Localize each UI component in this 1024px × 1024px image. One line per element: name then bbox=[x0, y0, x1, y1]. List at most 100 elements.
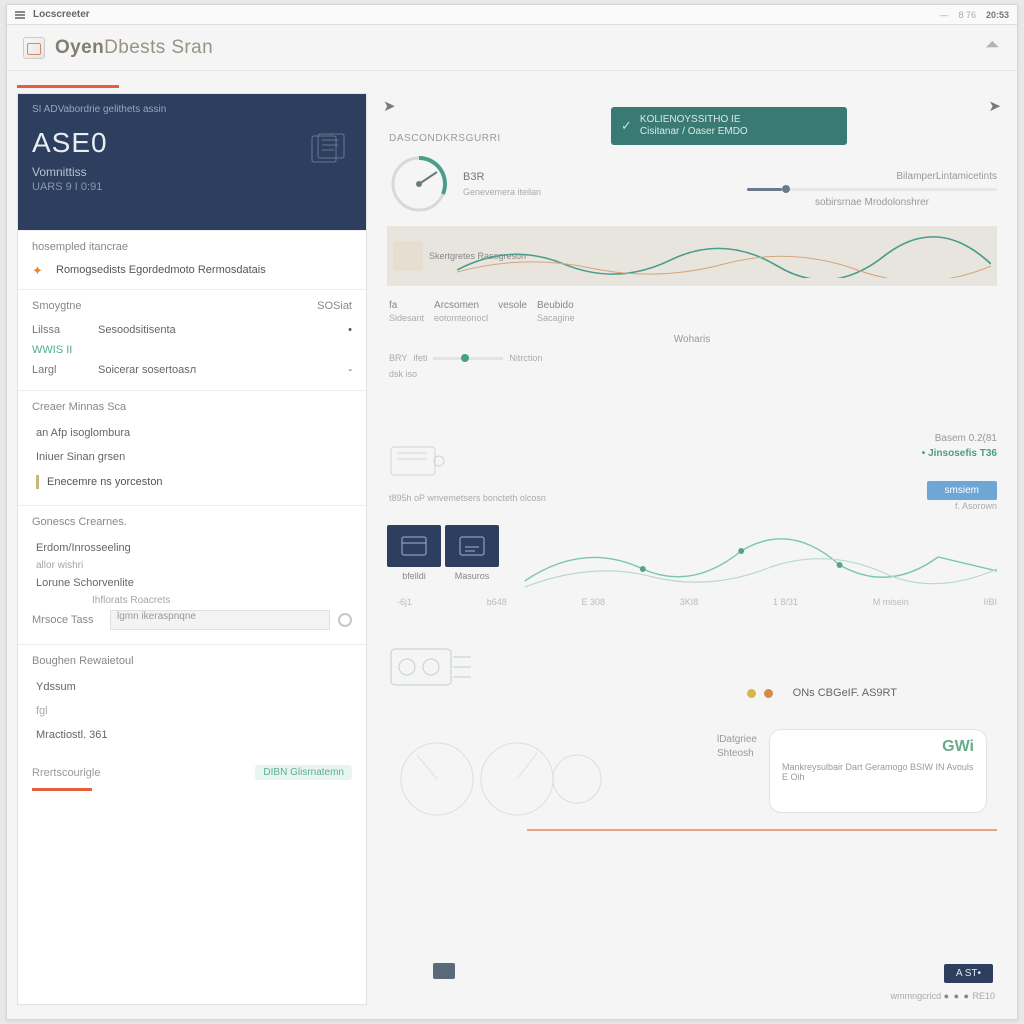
active-tab-indicator bbox=[17, 85, 119, 88]
lower-item[interactable]: fgl bbox=[32, 699, 352, 723]
gauge-icon bbox=[389, 154, 449, 214]
button-sublabel: f. Asorown bbox=[955, 501, 997, 511]
sidebar: SI ADVabordrie gelithets assin ASE0 Vomn… bbox=[17, 93, 367, 1005]
hero-card: SI ADVabordrie gelithets assin ASE0 Vomn… bbox=[18, 94, 366, 230]
table-section: Smoygtne SOSiat LilssaSesoodsitisenta• W… bbox=[18, 289, 366, 390]
gauge-value: B3R bbox=[463, 171, 541, 183]
sidebar-footer: Rrertscourigle DIBN Glisrnatemn bbox=[18, 757, 366, 788]
pointer-icon[interactable]: ➤ bbox=[383, 97, 396, 115]
lower-section: Boughen Rewaietoul Ydssum fgl Mractiostl… bbox=[18, 644, 366, 757]
topbar-label: Locscreeter bbox=[33, 9, 90, 20]
accent-bar bbox=[32, 788, 92, 791]
partner-line: Mankreysulbair Dart Geramogo BSIW IN Avo… bbox=[782, 762, 974, 782]
topbar: Locscreeter — 8 76 20:53 bbox=[7, 5, 1017, 25]
waveform-icon bbox=[457, 234, 991, 278]
resource-sub: Ihflorats Roacrets bbox=[32, 595, 352, 606]
partner-meta: lDatgriee Shteosh bbox=[717, 731, 757, 762]
hero-name: ASE0 bbox=[32, 127, 352, 159]
links-section: Creaer Minnas Sca an Afp isoglombura Ini… bbox=[18, 390, 366, 505]
table-col2: SOSiat bbox=[317, 300, 352, 312]
xaxis: -6j1b648E 3083KI81 8/31M miseinIIBI bbox=[397, 597, 997, 607]
chart-note: t895h oP wnvemetsers boncteth olcosn bbox=[389, 493, 546, 503]
status-dot-orange-icon bbox=[764, 689, 773, 698]
menu-icon[interactable] bbox=[15, 11, 25, 19]
range-label: ifeti bbox=[413, 353, 427, 363]
range-row: BRY ifeti Nitrction bbox=[377, 349, 1007, 367]
table-row[interactable]: WWIS II bbox=[32, 340, 352, 360]
resource-item[interactable]: Erdom/Inrosseeling bbox=[32, 536, 352, 560]
primary-button[interactable]: smsiem bbox=[927, 481, 997, 500]
status-label: ONs CBGeIF. AS9RT bbox=[793, 687, 897, 699]
resource-input-row: Mrsoce Tass lgmn ikeraspnqne bbox=[32, 606, 352, 634]
banner-line1: KOLIENOYSSITHO IE bbox=[640, 114, 748, 126]
card-label: Masuros bbox=[445, 571, 499, 581]
card[interactable] bbox=[445, 525, 499, 567]
footer-credits: wmmngcricd ● ● ● RE10 bbox=[891, 991, 995, 1001]
footer-label: Rrertscourigle bbox=[32, 767, 100, 779]
right-stats: Basem 0.2(81 • Jinsosefis T36 bbox=[922, 433, 997, 459]
resource-input[interactable]: lgmn ikeraspnqne bbox=[110, 610, 330, 630]
collapse-icon[interactable] bbox=[987, 41, 1001, 55]
chip-icon bbox=[433, 963, 455, 979]
hero-subtitle: Vomnittiss bbox=[32, 165, 352, 179]
hero-meta: UARS 9 I 0:91 bbox=[32, 181, 352, 193]
link-item-marked[interactable]: Enecemre ns yorceston bbox=[32, 469, 352, 495]
banner-line2: Cisitanar / Oaser EMDO bbox=[640, 126, 748, 138]
device-sketch-icon bbox=[387, 441, 447, 481]
tick-icon bbox=[36, 475, 39, 489]
status-row: ONs CBGeIF. AS9RT bbox=[747, 687, 897, 699]
resource-item[interactable]: Lorune Schorvenlite bbox=[32, 571, 352, 595]
table-row[interactable]: LilssaSesoodsitisenta• bbox=[32, 320, 352, 340]
topbar-meta: — 8 76 20:53 bbox=[939, 10, 1009, 20]
links-heading: Creaer Minnas Sca bbox=[32, 401, 352, 413]
lower-heading: Boughen Rewaietoul bbox=[32, 655, 352, 667]
app-title: OyenDbests Sran bbox=[55, 37, 213, 59]
range-slider[interactable] bbox=[433, 357, 503, 360]
stat-b: • Jinsosefis T36 bbox=[922, 448, 997, 459]
thumbnail-strip: Skertgretes Rasogreson bbox=[387, 226, 997, 286]
card[interactable] bbox=[387, 525, 441, 567]
check-icon: ✓ bbox=[621, 118, 632, 134]
link-item[interactable]: an Afp isoglombura bbox=[32, 421, 352, 445]
table-row[interactable]: LarglSoicerar sosertoasл- bbox=[32, 360, 352, 380]
resources-heading: Gonescs Crearnes. bbox=[32, 516, 352, 528]
input-label: Mrsoce Tass bbox=[32, 614, 102, 626]
card-row: bfelldi Masuros bbox=[387, 525, 499, 581]
radio-icon[interactable] bbox=[338, 613, 352, 627]
send-icon[interactable]: ➤ bbox=[988, 97, 1001, 115]
gauge-cluster-icon bbox=[387, 729, 607, 819]
featured-heading: hosempled itancrae bbox=[32, 241, 352, 253]
slider-heading: BilamperLintamicetints bbox=[747, 171, 997, 182]
partner-brand: GWi bbox=[782, 738, 974, 756]
action-button[interactable]: A ST• bbox=[944, 964, 993, 983]
card-label: bfelldi bbox=[387, 571, 441, 581]
table-col1: Smoygtne bbox=[32, 300, 82, 312]
hero-eyebrow: SI ADVabordrie gelithets assin bbox=[32, 104, 352, 115]
status-banner[interactable]: ✓ KOLIENOYSSITHO IE Cisitanar / Oaser EM… bbox=[611, 107, 847, 145]
divider-accent bbox=[527, 829, 997, 831]
link-item[interactable]: Iniuer Sinan grsen bbox=[32, 445, 352, 469]
stat-a: Basem 0.2(81 bbox=[922, 433, 997, 444]
gauge-sub: Genevemera iteilan bbox=[463, 187, 541, 197]
featured-section: hosempled itancrae ✦ Romogsedists Egorde… bbox=[18, 230, 366, 289]
slider-track[interactable] bbox=[747, 188, 997, 191]
slider-info: sobirsrnae Mrodolonshrer bbox=[747, 197, 997, 208]
resources-section: Gonescs Crearnes. Erdom/Inrosseeling all… bbox=[18, 505, 366, 644]
main-panel: ➤ ➤ ✓ KOLIENOYSSITHO IE Cisitanar / Oase… bbox=[377, 93, 1007, 1005]
status-dot-yellow-icon bbox=[747, 689, 756, 698]
strip-meta: dsk iso bbox=[377, 367, 1007, 381]
logo-icon bbox=[23, 37, 45, 59]
footer-pill[interactable]: DIBN Glisrnatemn bbox=[255, 765, 352, 780]
featured-item[interactable]: ✦ Romogsedists Egordedmoto Rermosdatais bbox=[32, 261, 352, 279]
header: OyenDbests Sran bbox=[7, 25, 1017, 71]
resource-sublabel: allor wishri bbox=[32, 560, 352, 571]
partner-card[interactable]: GWi Mankreysulbair Dart Geramogo BSIW IN… bbox=[769, 729, 987, 813]
center-label: Woharis bbox=[377, 329, 1007, 349]
lower-item[interactable]: Mractiostl. 361 bbox=[32, 723, 352, 747]
schematic-icon bbox=[387, 639, 477, 699]
thumbnail[interactable] bbox=[393, 241, 423, 271]
grid-row: faSidesant Arcsomeneotomteonocl vesole B… bbox=[377, 294, 1007, 329]
document-icon bbox=[310, 132, 348, 166]
fire-icon: ✦ bbox=[32, 263, 46, 277]
lower-item[interactable]: Ydssum bbox=[32, 675, 352, 699]
